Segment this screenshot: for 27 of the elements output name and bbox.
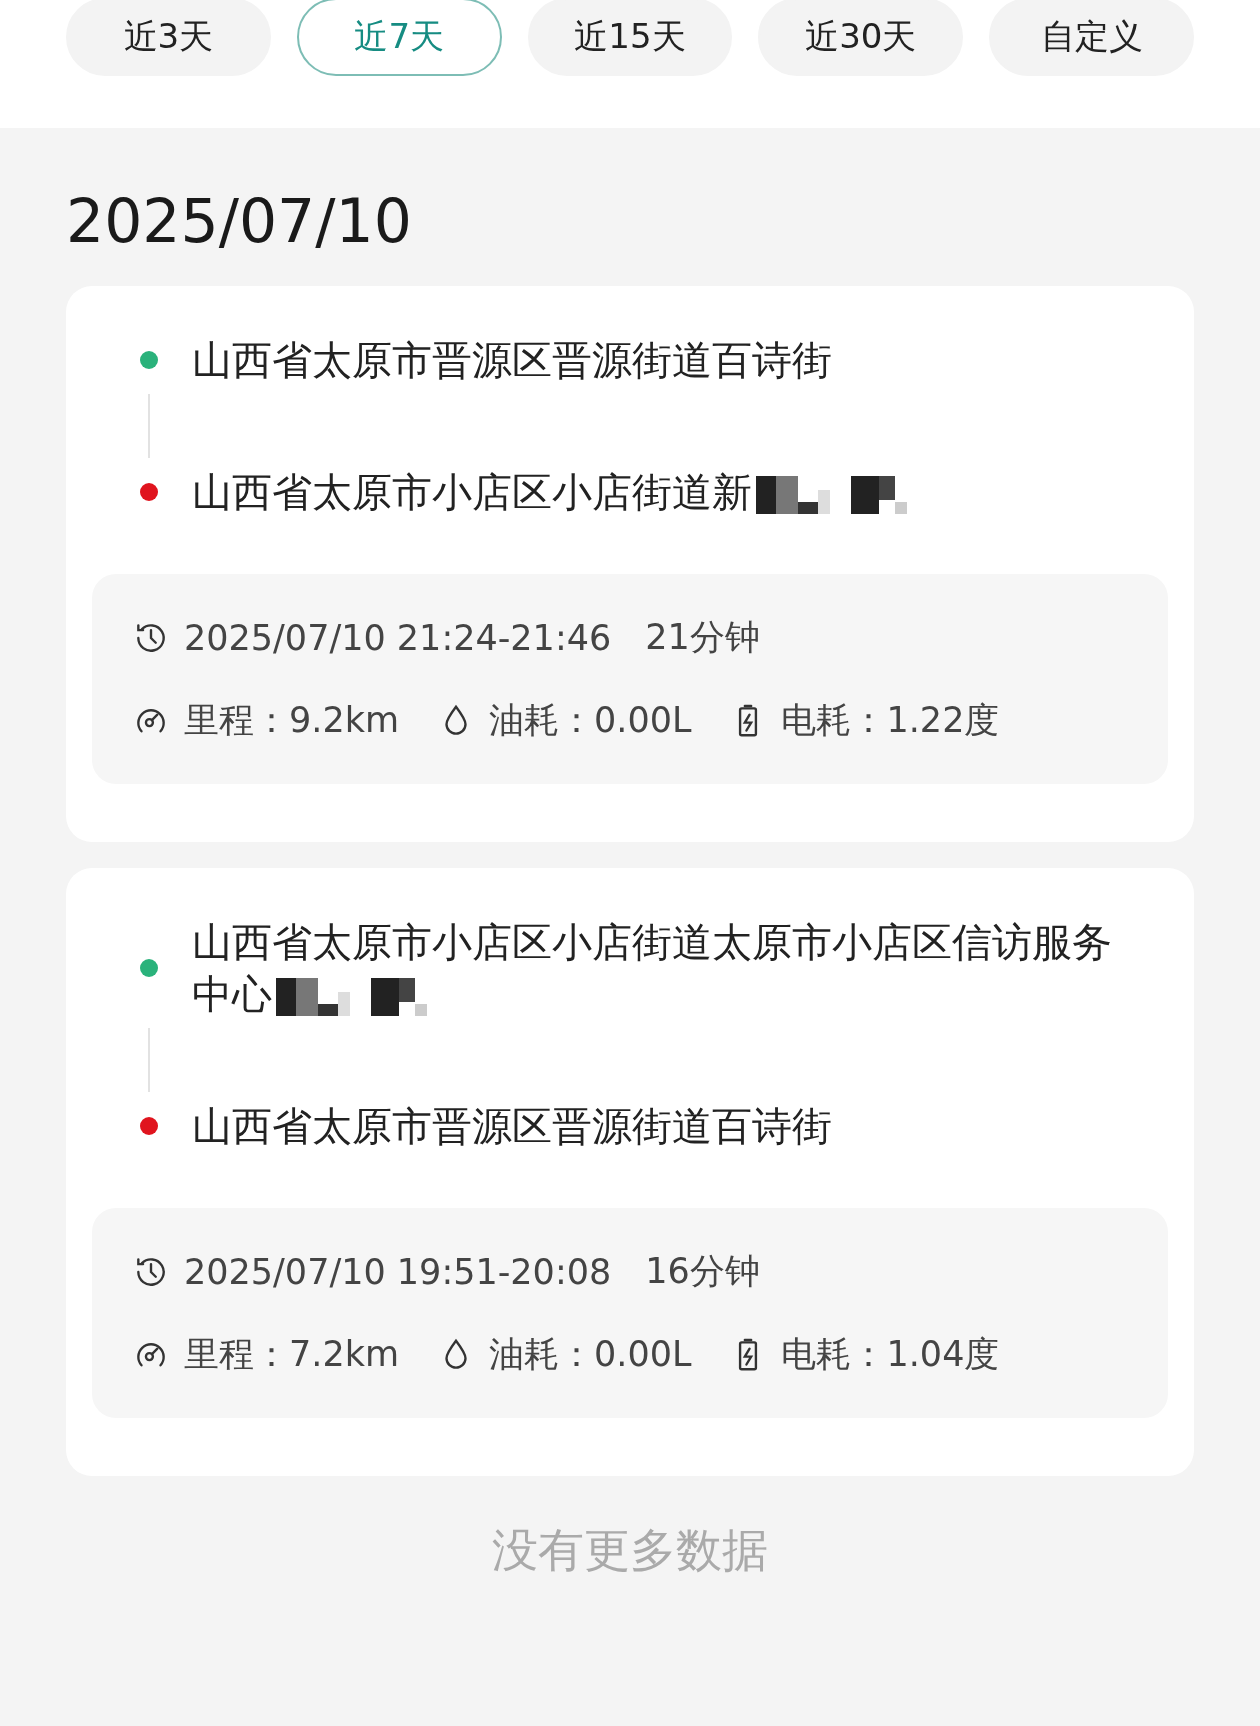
- trip-duration: 16分钟: [645, 1250, 760, 1293]
- no-more-data-text: 没有更多数据: [491, 1522, 769, 1579]
- fuel-text: 油耗：0.00L: [489, 1333, 692, 1376]
- date-range-tab[interactable]: 自定义: [989, 0, 1194, 76]
- trip-card[interactable]: 山西省太原市晋源区晋源街道百诗街 山西省太原市小店区小店街道新 2025/07/10 21:24-21:46 21分钟 里程：9.2km 油耗：0.00L 电耗：1.22度: [66, 286, 1194, 842]
- end-dot: [140, 1117, 158, 1135]
- mileage-text: 里程：9.2km: [184, 699, 400, 742]
- end-dot: [140, 483, 158, 501]
- power-text: 电耗：1.04度: [781, 1333, 1000, 1376]
- address-text: 山西省太原市晋源区晋源街道百诗街: [192, 336, 832, 385]
- start-dot: [140, 351, 158, 369]
- mileage-text: 里程：7.2km: [184, 1333, 400, 1376]
- date-range-tab[interactable]: 近15天: [527, 0, 733, 76]
- power-text: 电耗：1.22度: [781, 699, 1000, 742]
- date-range-tab[interactable]: 近7天: [296, 0, 502, 76]
- start-dot: [140, 959, 158, 977]
- date-range-tab[interactable]: 近30天: [758, 0, 964, 76]
- trip-card[interactable]: 山西省太原市小店区小店街道太原市小店区信访服务中心 山西省太原市晋源区晋源街道百诗街 2025/07/10 19:51-20:08 16分钟 里程：7.2km 油耗：0.00L 电耗：1.04度: [66, 868, 1194, 1476]
- date-heading: 2025/07/10: [66, 186, 413, 256]
- address-text: 山西省太原市小店区小店街道新: [192, 466, 926, 518]
- address-text: 山西省太原市小店区小店街道太原市小店区信访服务中心: [192, 916, 1144, 1020]
- trip-time: 2025/07/10 19:51-20:08: [184, 1251, 612, 1292]
- address-text: 山西省太原市晋源区晋源街道百诗街: [192, 1102, 832, 1151]
- trip-time: 2025/07/10 21:24-21:46: [184, 617, 612, 658]
- trip-duration: 21分钟: [645, 616, 760, 659]
- fuel-text: 油耗：0.00L: [489, 699, 692, 742]
- date-range-tab[interactable]: 近3天: [66, 0, 271, 76]
